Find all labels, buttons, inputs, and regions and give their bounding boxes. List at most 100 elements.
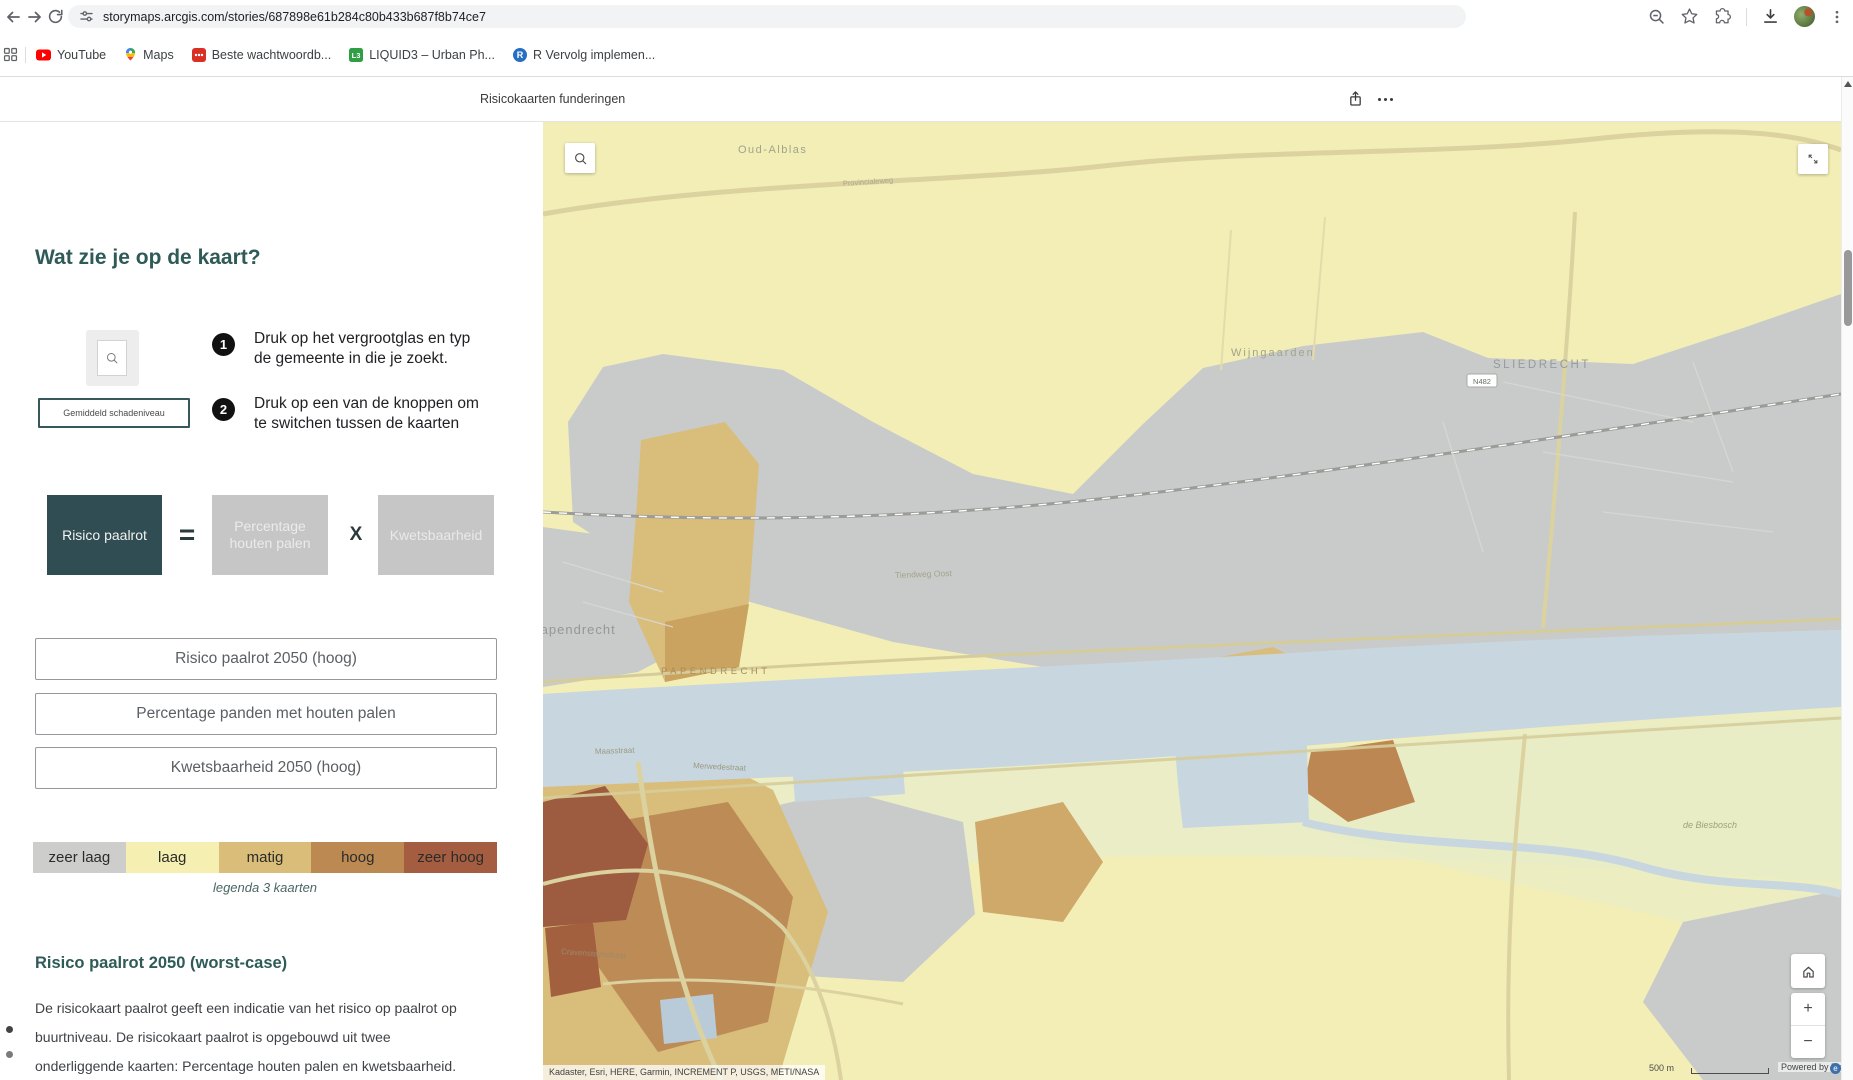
zoom-in-button[interactable]: + bbox=[1791, 993, 1825, 1026]
step-2-number: 2 bbox=[212, 398, 235, 421]
map-label-tiendweg: Tiendweg Oost bbox=[895, 568, 953, 580]
back-icon bbox=[3, 7, 23, 27]
profile-avatar[interactable] bbox=[1794, 6, 1815, 27]
liquid3-icon: L3 bbox=[349, 48, 363, 62]
map-label-sliedrecht: SLIEDRECHT bbox=[1493, 359, 1591, 371]
scale-label: 500 m bbox=[1649, 1063, 1674, 1073]
map-label-maasstraat: Maasstraat bbox=[595, 746, 636, 756]
legend-cell-zeer-hoog: zeer hoog bbox=[404, 842, 497, 873]
extensions-icon[interactable] bbox=[1713, 7, 1732, 26]
home-icon bbox=[1800, 963, 1817, 980]
apps-grid-icon[interactable] bbox=[2, 46, 19, 63]
address-bar[interactable]: storymaps.arcgis.com/stories/687898e61b2… bbox=[68, 5, 1466, 28]
slide-nav-dot-current[interactable] bbox=[6, 1026, 13, 1033]
share-button[interactable] bbox=[1344, 88, 1366, 110]
bookmark-passwords[interactable]: Beste wachtwoordb... bbox=[192, 48, 332, 62]
panel-heading: Wat zie je op de kaart? bbox=[35, 246, 261, 270]
formula-factor2-box: Kwetsbaarheid bbox=[378, 495, 494, 575]
story-panel: Wat zie je op de kaart? 1 Druk op het ve… bbox=[0, 122, 543, 1080]
more-options-icon bbox=[1378, 98, 1393, 101]
map-label-wijngaarden: Wijngaarden bbox=[1231, 347, 1315, 359]
map-canvas[interactable]: Oud-Alblas Provincialeweg Wijngaarden SL… bbox=[543, 122, 1841, 1080]
button-kwetsbaarheid[interactable]: Kwetsbaarheid 2050 (hoog) bbox=[35, 747, 497, 789]
scrollbar-thumb[interactable] bbox=[1844, 250, 1852, 326]
legend-cell-hoog: hoog bbox=[311, 842, 404, 873]
forward-icon bbox=[25, 7, 45, 27]
forward-button[interactable] bbox=[24, 6, 45, 27]
password-manager-icon bbox=[192, 48, 206, 62]
scrollbar-up-arrow[interactable] bbox=[1844, 81, 1852, 87]
map-expand-button[interactable] bbox=[1798, 144, 1828, 174]
svg-text:R: R bbox=[517, 50, 524, 60]
browser-chrome: storymaps.arcgis.com/stories/687898e61b2… bbox=[0, 0, 1853, 77]
section-paragraph-line2: buurtniveau. De risicokaart paalrot is o… bbox=[35, 1029, 391, 1045]
scale-bar bbox=[1691, 1068, 1769, 1074]
maps-pin-icon bbox=[124, 47, 137, 62]
step-1-number: 1 bbox=[212, 333, 235, 356]
formula-factor2-label: Kwetsbaarheid bbox=[390, 527, 483, 544]
legend-cell-zeer-laag: zeer laag bbox=[33, 842, 126, 873]
section-paragraph-line1: De risicokaart paalrot geeft een indicat… bbox=[35, 1000, 457, 1016]
map-search-icon bbox=[573, 151, 588, 166]
bookmark-star-icon[interactable] bbox=[1680, 7, 1699, 26]
bookmark-label: R Vervolg implemen... bbox=[533, 48, 655, 62]
formula-times: X bbox=[340, 495, 372, 575]
download-icon[interactable] bbox=[1761, 7, 1780, 26]
toolbar-divider bbox=[1746, 8, 1747, 26]
slide-nav-dot-next[interactable] bbox=[6, 1051, 13, 1058]
step-1-line-1: Druk op het vergrootglas en typ bbox=[254, 329, 470, 349]
reload-button[interactable] bbox=[45, 6, 66, 27]
story-menu-button[interactable] bbox=[1374, 88, 1396, 110]
reload-icon bbox=[46, 7, 65, 26]
legend-cell-matig: matig bbox=[219, 842, 312, 873]
bookmark-label: YouTube bbox=[57, 48, 106, 62]
button-risico-paalrot[interactable]: Risico paalrot 2050 (hoog) bbox=[35, 638, 497, 680]
legend-cell-laag: laag bbox=[126, 842, 219, 873]
map-home-button[interactable] bbox=[1791, 954, 1825, 988]
map-zoom-control: + − bbox=[1791, 993, 1825, 1058]
bookmarks-divider bbox=[25, 47, 26, 63]
step-1-text: Druk op het vergrootglas en typ de gemee… bbox=[254, 329, 470, 369]
zoom-out-button[interactable]: − bbox=[1791, 1026, 1825, 1058]
step-1-line-2: de gemeente in die je zoekt. bbox=[254, 349, 470, 369]
r-project-icon: R bbox=[513, 48, 527, 62]
formula-factor1-line1: Percentage bbox=[234, 518, 306, 535]
search-icon bbox=[105, 351, 119, 365]
story-header: Risicokaarten funderingen bbox=[0, 77, 1853, 122]
step-2-text: Druk op een van de knoppen om te switche… bbox=[254, 394, 479, 434]
page-scrollbar[interactable] bbox=[1841, 77, 1853, 1080]
browser-window: storymaps.arcgis.com/stories/687898e61b2… bbox=[0, 0, 1853, 1080]
story-title: Risicokaarten funderingen bbox=[480, 92, 625, 106]
section-paragraph-line3: onderliggende kaarten: Percentage houten… bbox=[35, 1058, 456, 1074]
road-shield-label: N482 bbox=[1473, 377, 1491, 386]
bookmark-r-vervolg[interactable]: R R Vervolg implemen... bbox=[513, 48, 655, 62]
share-icon bbox=[1347, 90, 1364, 108]
expand-icon bbox=[1804, 150, 1822, 168]
formula-factor1-box: Percentage houten palen bbox=[212, 495, 328, 575]
bookmark-liquid3[interactable]: L3 LIQUID3 – Urban Ph... bbox=[349, 48, 495, 62]
legend-caption: legenda 3 kaarten bbox=[33, 880, 497, 895]
risk-legend: zeer laag laag matig hoog zeer hoog bbox=[33, 842, 497, 873]
map-search-button[interactable] bbox=[565, 143, 595, 173]
bookmark-label: Maps bbox=[143, 48, 174, 62]
zoom-page-icon[interactable] bbox=[1647, 7, 1666, 26]
button-percentage-houten-palen[interactable]: Percentage panden met houten palen bbox=[35, 693, 497, 735]
bookmark-maps[interactable]: Maps bbox=[124, 47, 174, 62]
map-basemap: Oud-Alblas Provincialeweg Wijngaarden SL… bbox=[543, 122, 1841, 1080]
road-shield-n482: N482 bbox=[1467, 374, 1497, 387]
bookmark-label: LIQUID3 – Urban Ph... bbox=[369, 48, 495, 62]
map-attribution: Kadaster, Esri, HERE, Garmin, INCREMENT … bbox=[543, 1065, 825, 1080]
step-2-line-1: Druk op een van de knoppen om bbox=[254, 394, 479, 414]
formula-result-box: Risico paalrot bbox=[47, 495, 162, 575]
esri-logo-icon: e bbox=[1830, 1063, 1841, 1074]
map-label-oud-alblas: Oud-Alblas bbox=[738, 144, 807, 156]
back-button[interactable] bbox=[2, 6, 23, 27]
formula-equals: = bbox=[171, 495, 203, 575]
section-heading: Risico paalrot 2050 (worst-case) bbox=[35, 954, 287, 973]
site-info-icon[interactable] bbox=[78, 8, 95, 25]
bookmark-youtube[interactable]: YouTube bbox=[36, 48, 106, 62]
map-label-papendrecht-city: Papendrecht bbox=[543, 622, 616, 637]
browser-menu-icon[interactable] bbox=[1829, 9, 1845, 25]
formula-result-label: Risico paalrot bbox=[62, 527, 147, 544]
browser-toolbar: storymaps.arcgis.com/stories/687898e61b2… bbox=[0, 0, 1853, 33]
